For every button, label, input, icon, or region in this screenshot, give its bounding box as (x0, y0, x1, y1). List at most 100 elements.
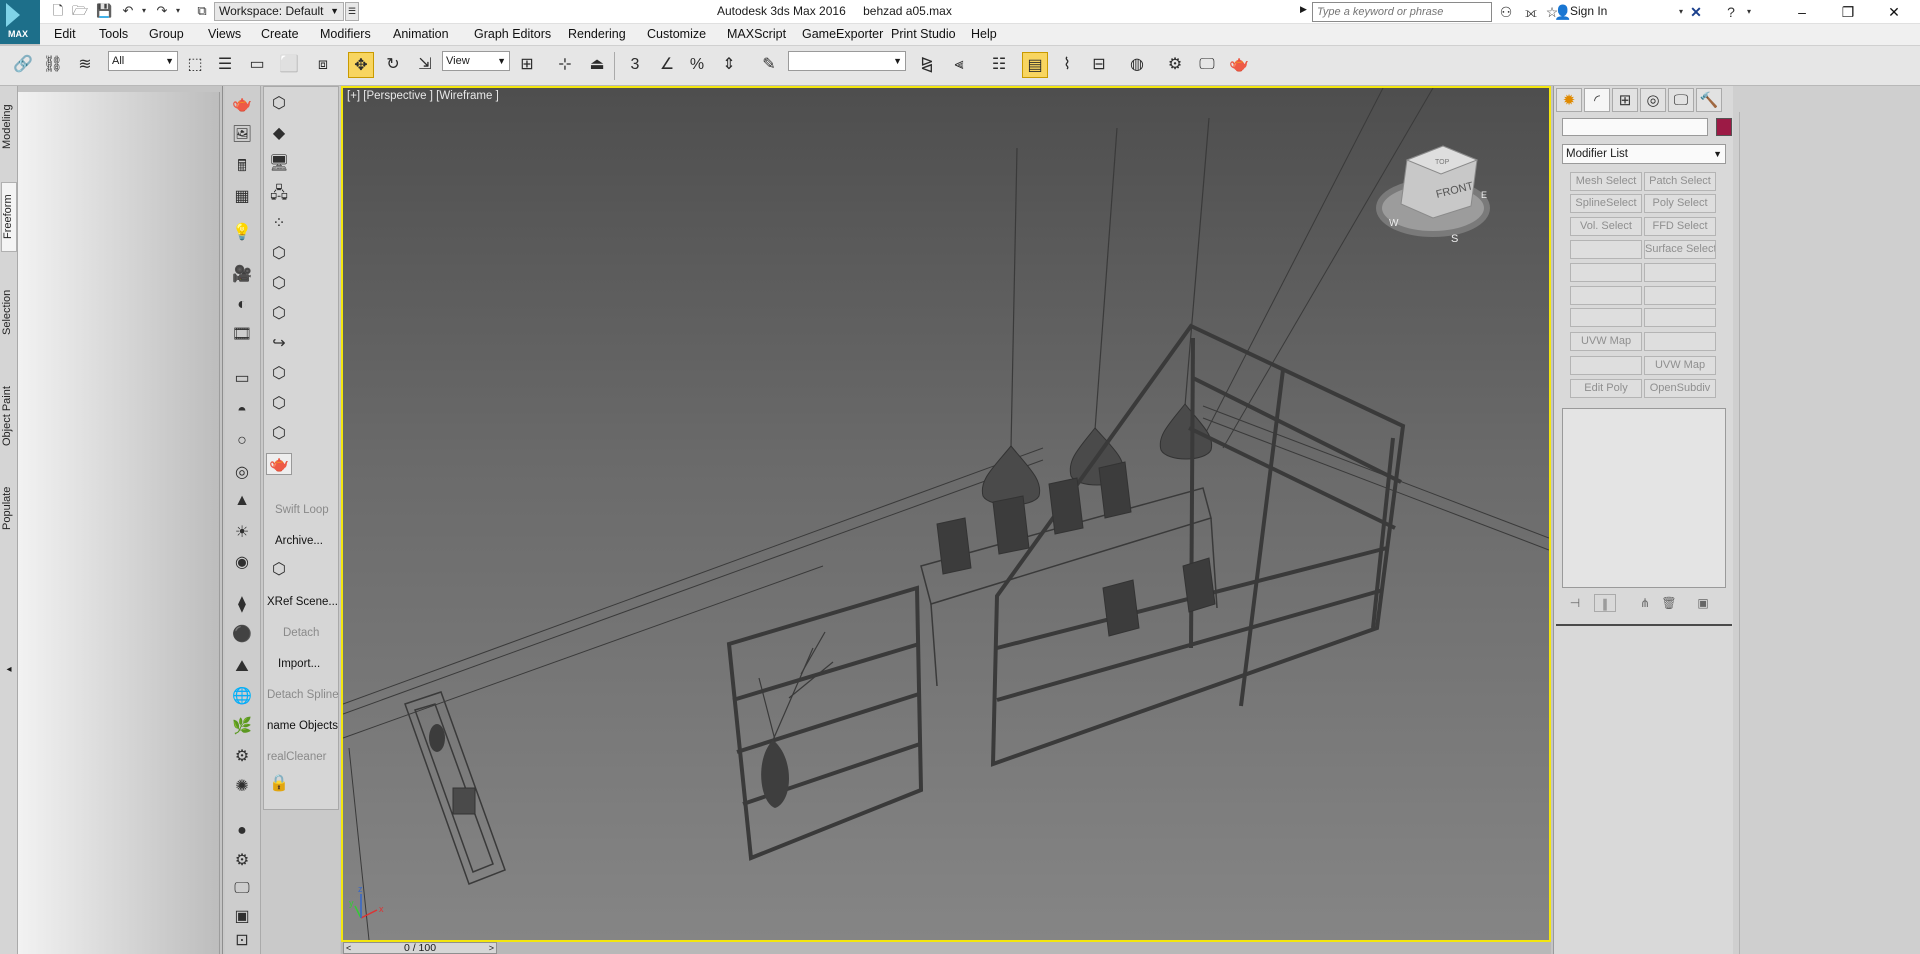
select-and-manipulate-icon[interactable]: ⊹ (552, 52, 578, 78)
box-edit-icon[interactable]: ⬡ (266, 273, 292, 295)
box-attach-icon[interactable]: ⬡ (266, 363, 292, 385)
modifier-set-button[interactable] (1644, 308, 1716, 327)
pivot-center-icon[interactable]: ⊞ (514, 52, 540, 78)
search-expand-icon[interactable]: ▶ (1300, 4, 1307, 15)
redo-icon[interactable]: ↷ (154, 3, 170, 19)
box-add-icon[interactable]: ⬡ (266, 393, 292, 415)
viewcube[interactable]: FRONT TOP W S E (1376, 145, 1490, 245)
light-bulb-icon[interactable]: 💡 (229, 222, 255, 244)
menu-maxscript[interactable]: MAXScript (727, 27, 786, 41)
layer-manager-icon[interactable]: ☷ (986, 52, 1012, 78)
binoculars-icon[interactable]: ⚇ (1497, 3, 1515, 21)
menu-views[interactable]: Views (208, 27, 241, 41)
create-tab-icon[interactable]: ✹ (1556, 88, 1582, 112)
rename-objects-button[interactable]: name Objects (267, 720, 341, 732)
teapot-render-icon[interactable]: 🫖 (266, 453, 292, 475)
swift-loop-button[interactable]: Swift Loop (275, 504, 349, 516)
time-slider[interactable]: < 0 / 100 > (343, 942, 497, 954)
new-file-icon[interactable]: 🗋 (50, 3, 66, 19)
modifier-list-dropdown[interactable]: Modifier List ▼ (1562, 144, 1726, 164)
teapot-icon[interactable]: 🫖 (229, 94, 255, 116)
customize-quick-access-button[interactable]: ☰ (345, 2, 359, 21)
mountain-icon[interactable]: ⛰ (229, 656, 255, 678)
spline-select-button[interactable]: SplineSelect (1570, 194, 1642, 213)
patch-select-button[interactable]: Patch Select (1644, 172, 1716, 191)
close-icon[interactable]: ✕ (1871, 0, 1917, 24)
window-crossing-icon[interactable]: ⬜ (276, 52, 302, 78)
display-tab-icon[interactable]: 🖵 (1668, 88, 1694, 112)
make-unique-icon[interactable]: ⋔ (1634, 594, 1656, 612)
edit-named-selection-icon[interactable]: ✎ (756, 52, 782, 78)
grass-icon[interactable]: 🌿 (229, 716, 255, 738)
menu-create[interactable]: Create (261, 27, 299, 41)
communication-center-icon[interactable]: ⟗ (1522, 3, 1540, 21)
crossing-select-icon[interactable]: ⧈ (310, 52, 336, 78)
remove-modifier-icon[interactable]: 🗑 (1658, 594, 1680, 612)
sphere-render-icon[interactable]: ◐ (229, 294, 255, 316)
modifier-set-button[interactable] (1644, 286, 1716, 305)
material-sphere-icon[interactable]: ● (229, 820, 255, 842)
curved-arrow-icon[interactable]: ↪ (266, 333, 292, 355)
help-dropdown-icon[interactable]: ▾ (1740, 3, 1758, 21)
mirror-icon[interactable]: ⧎ (914, 52, 940, 78)
lock-icon[interactable]: 🔒 (266, 773, 292, 795)
table-icon[interactable]: ▦ (229, 186, 255, 208)
spinner-snap-icon[interactable]: ⇕ (716, 52, 742, 78)
monitor-icon[interactable]: 🖥 (266, 153, 292, 175)
xref-icon[interactable]: ⧫ (229, 594, 255, 616)
pin-stack-icon[interactable]: ⊣ (1564, 594, 1586, 612)
modifier-set-button[interactable] (1570, 308, 1642, 327)
configure-modifier-sets-icon[interactable]: ▣ (1692, 594, 1714, 612)
render-window-icon[interactable]: 🖵 (229, 878, 255, 900)
gem-icon[interactable]: ◆ (266, 123, 292, 145)
uvw-map-button[interactable]: UVW Map (1570, 332, 1642, 351)
menu-rendering[interactable]: Rendering (568, 27, 626, 41)
menu-gameexporter[interactable]: GameExporter (802, 27, 883, 41)
edit-poly-button[interactable]: Edit Poly (1570, 379, 1642, 398)
vol-select-button[interactable]: Vol. Select (1570, 217, 1642, 236)
minimize-icon[interactable]: – (1779, 0, 1825, 24)
archive-button[interactable]: Archive... (275, 535, 349, 547)
select-and-rotate-icon[interactable]: ↻ (380, 52, 406, 78)
poly-select-button[interactable]: Poly Select (1644, 194, 1716, 213)
menu-animation[interactable]: Animation (393, 27, 449, 41)
surface-select-button[interactable]: Surface Select (1644, 240, 1716, 259)
ribbon-collapse-icon[interactable]: ◂ (3, 664, 15, 684)
render-frame-icon[interactable]: 🖼 (229, 124, 255, 146)
bind-to-space-warp-icon[interactable]: ≋ (72, 52, 98, 78)
calculator-icon[interactable]: 🖩 (229, 156, 255, 178)
menu-tools[interactable]: Tools (99, 27, 128, 41)
box-select-icon[interactable]: ⬡ (266, 243, 292, 265)
xref-scene-button[interactable]: XRef Scene... (267, 596, 341, 608)
utilities-tab-icon[interactable]: 🔨 (1696, 88, 1722, 112)
particle-icon[interactable]: ⚫ (229, 624, 255, 646)
time-slider-prev[interactable]: < (346, 943, 351, 953)
modifier-set-button[interactable] (1570, 286, 1642, 305)
snaps-toggle-icon[interactable]: 3 (622, 52, 648, 78)
tab-object-paint[interactable]: Object Paint (1, 376, 17, 456)
object-name-field[interactable] (1562, 118, 1708, 136)
modifier-set-button[interactable] (1570, 263, 1642, 282)
menu-print-studio[interactable]: Print Studio (891, 27, 956, 41)
application-menu-button[interactable]: MAX (0, 0, 40, 44)
show-end-result-icon[interactable]: ∥ (1594, 594, 1616, 612)
undo-icon[interactable]: ↶ (120, 3, 136, 19)
hemisphere-icon[interactable]: ◓ (229, 400, 255, 422)
box-outline-icon[interactable]: ⬡ (266, 559, 292, 581)
project-folder-icon[interactable]: ⧉ (194, 3, 210, 19)
modifier-stack[interactable] (1562, 408, 1726, 588)
ffd-select-button[interactable]: FFD Select (1644, 217, 1716, 236)
time-slider-next[interactable]: > (489, 943, 494, 953)
wheel-icon[interactable]: ⚙ (229, 746, 255, 768)
modify-tab-icon[interactable]: ◜ (1584, 88, 1610, 112)
motion-tab-icon[interactable]: ◎ (1640, 88, 1666, 112)
detach-spline-button[interactable]: Detach Spline (267, 689, 341, 701)
tab-selection[interactable]: Selection (1, 282, 17, 342)
plane-icon[interactable]: ▭ (229, 368, 255, 390)
select-and-move-icon[interactable]: ✥ (348, 52, 374, 78)
undo-dropdown-icon[interactable]: ▾ (136, 3, 152, 19)
percent-snap-icon[interactable]: % (684, 52, 710, 78)
modifier-set-button[interactable] (1570, 356, 1642, 375)
unlink-selection-icon[interactable]: ⛓ (40, 52, 66, 78)
sphere-icon[interactable]: ○ (229, 430, 255, 452)
